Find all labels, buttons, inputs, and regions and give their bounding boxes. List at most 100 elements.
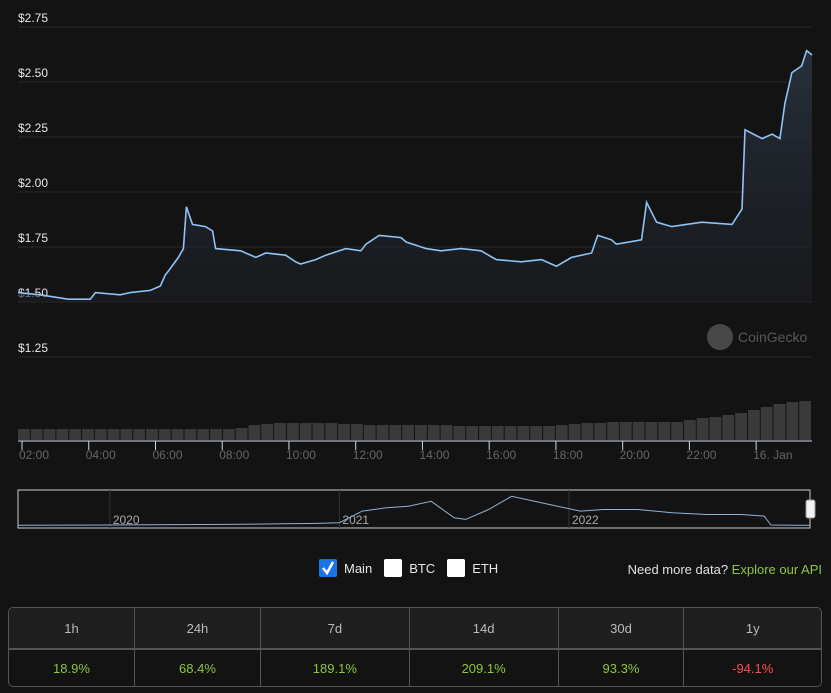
volume-bar: [568, 424, 581, 440]
price-chart[interactable]: $2.75$2.50$2.25$2.00$1.75$1.50$1.25 Coin…: [0, 0, 831, 545]
volume-bar: [18, 429, 30, 440]
volume-bar: [555, 425, 568, 440]
volume-bar: [325, 423, 338, 440]
coingecko-watermark: CoinGecko: [707, 324, 807, 350]
x-tick-label: 02:00: [19, 448, 49, 462]
x-tick-label: 16:00: [486, 448, 516, 462]
volume-bar: [440, 425, 453, 440]
x-tick-label: 06:00: [152, 448, 182, 462]
x-tick-label: 04:00: [86, 448, 116, 462]
volume-bar: [248, 425, 261, 440]
period-change-7d: 189.1%: [260, 650, 410, 686]
volume-bar: [94, 429, 107, 440]
x-tick-label: 16. Jan: [753, 448, 792, 462]
checkmark-icon: [319, 559, 337, 577]
navigator-handle[interactable]: [805, 499, 816, 519]
period-change-14d: 209.1%: [409, 650, 559, 686]
volume-bar: [158, 429, 171, 440]
x-tick-label: 18:00: [553, 448, 583, 462]
x-tick-label: 08:00: [219, 448, 249, 462]
period-change-24h: 68.4%: [134, 650, 261, 686]
volume-bar: [146, 429, 158, 440]
volume-bar: [120, 429, 133, 440]
volume-bar: [773, 404, 786, 440]
volume-bar: [312, 423, 325, 440]
y-tick-label: $2.00: [18, 176, 48, 190]
volume-bar: [376, 425, 389, 440]
period-header-1h: 1h: [9, 608, 135, 650]
period-header-24h: 24h: [134, 608, 261, 650]
volume-bar: [530, 426, 543, 440]
volume-bar: [696, 418, 709, 440]
volume-bar: [30, 429, 43, 440]
api-promo: Need more data? Explore our API: [628, 562, 822, 577]
y-tick-label: $1.25: [18, 341, 48, 355]
period-change-30d: 93.3%: [558, 650, 685, 686]
volume-bar: [56, 429, 69, 440]
x-tick-label: 10:00: [286, 448, 316, 462]
period-header-14d: 14d: [409, 608, 559, 650]
period-header-1y: 1y: [684, 608, 821, 650]
volume-bar: [683, 420, 696, 440]
y-tick-label: $2.25: [18, 121, 48, 135]
volume-bar: [594, 423, 607, 440]
volume-bar: [222, 429, 235, 440]
volume-bar: [43, 429, 56, 440]
volume-bar: [261, 424, 274, 440]
main-label: Main: [344, 560, 373, 576]
btc-checkbox[interactable]: BTC: [384, 559, 435, 577]
volume-bar: [466, 426, 479, 440]
volume-bar: [709, 417, 722, 440]
volume-bar: [184, 429, 197, 440]
volume-bar: [197, 429, 210, 440]
volume-bar: [69, 429, 82, 440]
volume-bar: [479, 426, 491, 440]
api-prompt: Need more data?: [627, 562, 729, 577]
volume-bar: [210, 429, 222, 440]
y-tick-label: $2.50: [18, 66, 48, 80]
volume-bar: [722, 415, 735, 440]
volume-bar: [619, 422, 632, 440]
volume-bar: [286, 423, 299, 440]
volume-bar: [607, 422, 619, 440]
volume-bar: [645, 422, 658, 440]
checkbox-box-icon: [384, 559, 403, 577]
checkbox-box-icon: [447, 559, 466, 577]
x-tick-label: 20:00: [620, 448, 650, 462]
volume-bar: [671, 422, 683, 440]
volume-bar: [543, 426, 555, 440]
volume-bar: [274, 423, 286, 440]
y-tick-label: $2.75: [18, 11, 48, 25]
x-tick-label: 14:00: [419, 448, 449, 462]
period-change-1y: -94.1%: [684, 650, 821, 686]
main-checkbox[interactable]: Main: [319, 559, 372, 577]
volume-bar: [350, 424, 363, 440]
navigator-year-label: 2022: [572, 513, 599, 527]
volume-bar: [107, 429, 120, 440]
volume-bar: [504, 426, 517, 440]
volume-bar: [82, 429, 94, 440]
x-tick-label: 22:00: [686, 448, 716, 462]
volume-bar: [491, 426, 504, 440]
volume-bar: [338, 424, 350, 440]
volume-bar: [786, 402, 799, 440]
volume-bar: [747, 410, 760, 440]
volume-bar: [735, 413, 747, 440]
volume-bar: [517, 426, 530, 440]
volume-bar: [658, 422, 671, 440]
navigator-year-label: 2021: [342, 513, 369, 527]
eth-checkbox[interactable]: ETH: [447, 559, 498, 577]
volume-bar: [453, 426, 466, 440]
volume-bar: [299, 423, 312, 440]
eth-label: ETH: [472, 560, 499, 576]
explore-api-link[interactable]: Explore our API: [732, 562, 822, 577]
volume-bar: [581, 423, 594, 440]
y-tick-label: $1.75: [18, 231, 48, 245]
period-header-30d: 30d: [558, 608, 685, 650]
svg-text:CoinGecko: CoinGecko: [738, 329, 807, 345]
volume-bar: [235, 428, 248, 440]
period-header-7d: 7d: [260, 608, 410, 650]
volume-bar: [427, 425, 440, 440]
volume-bar: [760, 407, 773, 440]
volume-bar: [632, 422, 645, 440]
